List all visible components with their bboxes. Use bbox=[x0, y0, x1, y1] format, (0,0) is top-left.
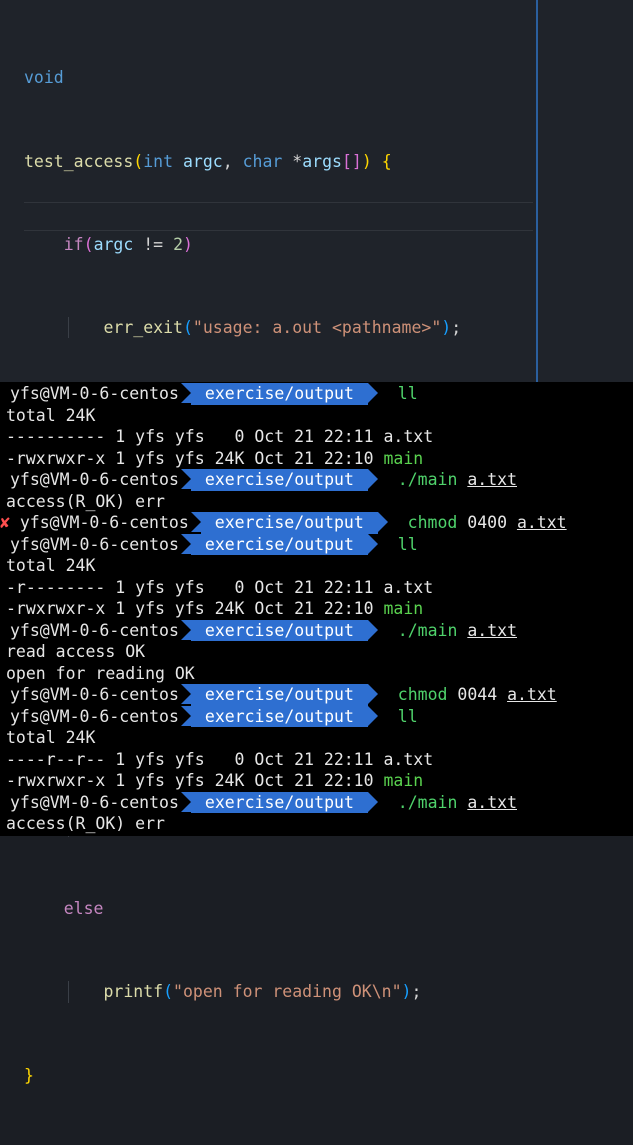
command-text: chmod bbox=[397, 685, 448, 704]
terminal[interactable]: yfs@VM-0-6-centos exercise/output ll total… bbox=[0, 382, 633, 836]
prompt-user-host: yfs@VM-0-6-centos bbox=[0, 619, 181, 641]
command-text: ll bbox=[397, 534, 418, 554]
prompt-path: exercise/output bbox=[190, 469, 368, 491]
prompt-separator-icon bbox=[367, 383, 378, 403]
prompt-path: exercise/output bbox=[190, 791, 368, 813]
output-text: ----r--r-- 1 yfs yfs 0 Oct 21 22:11 a.tx… bbox=[6, 749, 434, 769]
output-text: ---------- 1 yfs yfs 0 Oct 21 22:11 a.tx… bbox=[6, 427, 434, 446]
command-file-arg: a.txt bbox=[516, 513, 567, 532]
prompt-user-host: yfs@VM-0-6-centos bbox=[0, 469, 181, 491]
terminal-output-line: -rwxrwxr-x 1 yfs yfs 24K Oct 21 22:10 ma… bbox=[6, 770, 423, 792]
prompt-user-host: yfs@VM-0-6-centos bbox=[0, 684, 181, 706]
prompt-separator-icon bbox=[180, 383, 191, 403]
terminal-prompt-line: yfs@VM-0-6-centos exercise/output ll bbox=[0, 383, 418, 405]
prompt-path: exercise/output bbox=[190, 705, 368, 727]
prompt-user-host: yfs@VM-0-6-centos bbox=[0, 533, 181, 555]
prompt-separator-icon bbox=[180, 533, 191, 554]
command-file-arg: a.txt bbox=[467, 620, 517, 640]
prompt-separator-icon bbox=[367, 684, 378, 704]
output-text: -r-------- 1 yfs yfs 0 Oct 21 22:11 a.tx… bbox=[6, 577, 434, 597]
command-text: ./main bbox=[397, 470, 458, 489]
command-text: ./main bbox=[397, 792, 458, 812]
command-text: ll bbox=[397, 384, 418, 403]
code-editor[interactable]: void test_access(int argc, char *args[])… bbox=[0, 0, 633, 1085]
executable-name: main bbox=[383, 599, 424, 618]
terminal-prompt-line: yfs@VM-0-6-centos exercise/output ./main … bbox=[0, 469, 517, 491]
code-line: if(argc != 2) bbox=[63, 234, 193, 254]
code-line: printf("open for reading OK\n"); bbox=[24, 978, 461, 1006]
prompt-path: exercise/output bbox=[200, 512, 378, 534]
terminal-prompt-line: yfs@VM-0-6-centos exercise/output ./main … bbox=[0, 619, 517, 641]
command-file-arg: a.txt bbox=[507, 685, 557, 704]
command-args: 0044 bbox=[447, 685, 508, 704]
output-text: total 24K bbox=[6, 556, 96, 575]
terminal-prompt-line: yfs@VM-0-6-centos exercise/output chmod 0… bbox=[0, 684, 557, 706]
terminal-prompt-line: ✘ yfs@VM-0-6-centos exercise/output chmod… bbox=[0, 512, 567, 534]
prompt-separator-icon bbox=[190, 512, 201, 532]
code-line: } bbox=[24, 1065, 34, 1085]
file-listing-text: -rwxrwxr-x 1 yfs yfs 24K Oct 21 22:10 bbox=[6, 771, 384, 790]
terminal-output-line: total 24K bbox=[6, 727, 95, 749]
file-listing-text: -rwxrwxr-x 1 yfs yfs 24K Oct 21 22:10 bbox=[6, 448, 384, 468]
terminal-prompt-line: yfs@VM-0-6-centos exercise/output ./main … bbox=[0, 791, 517, 813]
prompt-separator-icon bbox=[180, 469, 191, 489]
terminal-output-line: ---------- 1 yfs yfs 0 Oct 21 22:11 a.tx… bbox=[6, 426, 433, 448]
prompt-user-host: yfs@VM-0-6-centos bbox=[19, 512, 191, 534]
code-line: test_access(int argc, char *args[]) { bbox=[24, 151, 392, 171]
terminal-output-line: access(R_OK) err bbox=[6, 813, 165, 835]
terminal-output-line: -r-------- 1 yfs yfs 0 Oct 21 22:11 a.tx… bbox=[6, 577, 433, 599]
output-text: total 24K bbox=[6, 405, 96, 425]
output-text: open for reading OK bbox=[6, 663, 195, 683]
prompt-user-host: yfs@VM-0-6-centos bbox=[0, 383, 181, 405]
prompt-path: exercise/output bbox=[190, 619, 368, 641]
prompt-separator-icon bbox=[367, 533, 378, 554]
output-text: access(R_OK) err bbox=[6, 491, 165, 511]
prompt-separator-icon bbox=[377, 512, 388, 532]
output-text: read access OK bbox=[6, 642, 146, 661]
editor-edge bbox=[536, 0, 538, 382]
command-text: ./main bbox=[397, 620, 458, 640]
prompt-path: exercise/output bbox=[190, 533, 368, 555]
terminal-output-line: access(R_OK) err bbox=[6, 491, 165, 513]
terminal-output-line: ----r--r-- 1 yfs yfs 0 Oct 21 22:11 a.tx… bbox=[6, 749, 433, 771]
prompt-separator-icon bbox=[180, 791, 191, 812]
command-args: 0400 bbox=[457, 513, 517, 532]
prompt-path: exercise/output bbox=[190, 383, 368, 405]
output-text: total 24K bbox=[6, 728, 96, 747]
prompt-user-host: yfs@VM-0-6-centos bbox=[0, 705, 181, 727]
terminal-output-line: total 24K bbox=[6, 405, 95, 427]
prompt-separator-icon bbox=[180, 705, 191, 726]
command-file-arg: a.txt bbox=[467, 470, 517, 489]
prompt-separator-icon bbox=[367, 469, 378, 489]
command-text: ll bbox=[397, 706, 418, 726]
output-text: access(R_OK) err bbox=[6, 814, 165, 833]
command-file-arg: a.txt bbox=[467, 792, 517, 812]
prompt-path: exercise/output bbox=[190, 684, 368, 706]
terminal-output-line: -rwxrwxr-x 1 yfs yfs 24K Oct 21 22:10 ma… bbox=[6, 598, 423, 620]
executable-name: main bbox=[383, 771, 424, 790]
terminal-output-line: -rwxrwxr-x 1 yfs yfs 24K Oct 21 22:10 ma… bbox=[6, 448, 423, 470]
command-text: chmod bbox=[407, 513, 458, 532]
terminal-prompt-line: yfs@VM-0-6-centos exercise/output ll bbox=[0, 705, 418, 727]
code-line: else bbox=[63, 899, 104, 919]
executable-name: main bbox=[383, 448, 424, 468]
prompt-separator-icon bbox=[367, 619, 378, 640]
prompt-separator-icon bbox=[367, 705, 378, 726]
prompt-separator-icon bbox=[180, 684, 191, 704]
code-line: void bbox=[24, 68, 64, 88]
error-cross-icon: ✘ bbox=[0, 513, 20, 532]
file-listing-text: -rwxrwxr-x 1 yfs yfs 24K Oct 21 22:10 bbox=[6, 599, 384, 618]
terminal-output-line: read access OK bbox=[6, 641, 145, 663]
terminal-output-line: open for reading OK bbox=[6, 663, 195, 685]
terminal-output-line: total 24K bbox=[6, 555, 95, 577]
code-line: err_exit("usage: a.out <pathname>"); bbox=[24, 314, 461, 342]
prompt-separator-icon bbox=[180, 619, 191, 640]
prompt-separator-icon bbox=[367, 791, 378, 812]
terminal-prompt-line: yfs@VM-0-6-centos exercise/output ll bbox=[0, 533, 418, 555]
prompt-user-host: yfs@VM-0-6-centos bbox=[0, 791, 181, 813]
